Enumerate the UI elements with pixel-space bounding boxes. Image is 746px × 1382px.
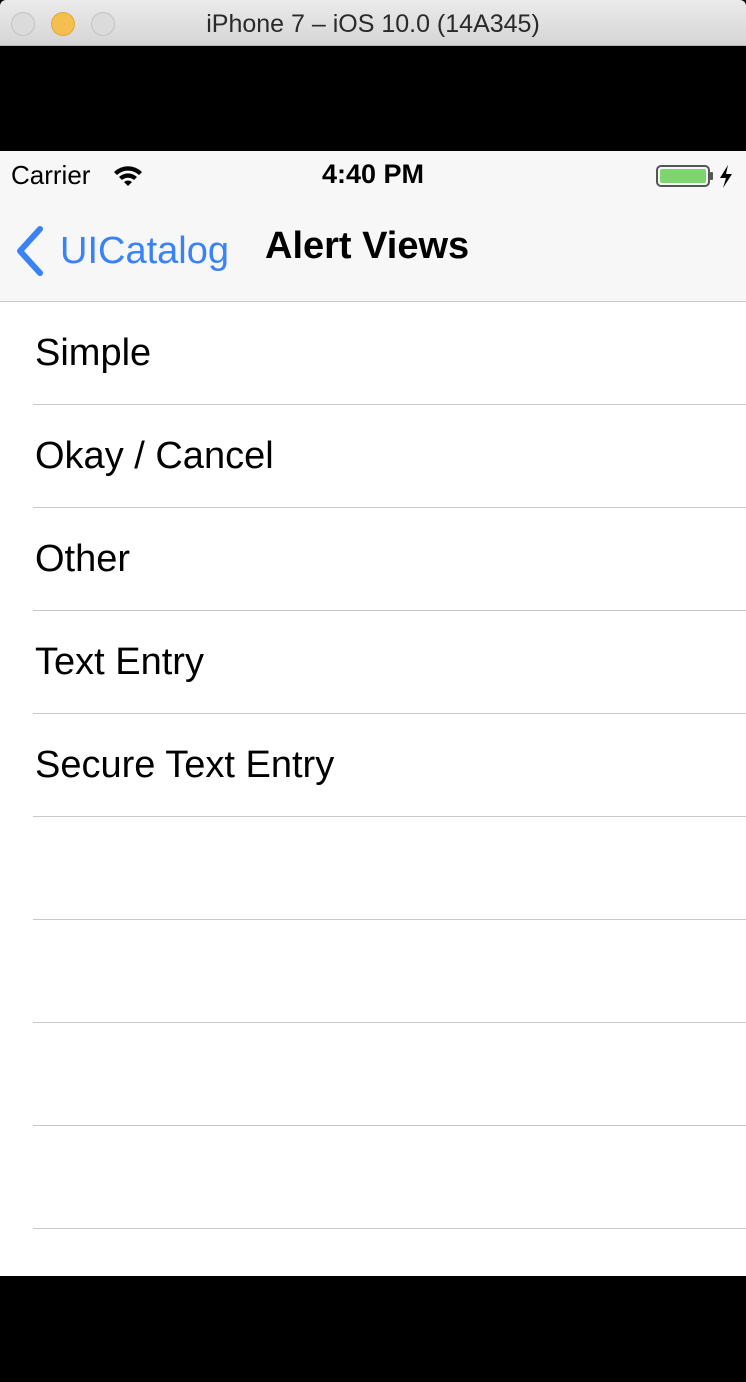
alert-views-table: Simple Okay / Cancel Other Text Entry Se…: [0, 302, 746, 1229]
table-row-secure-text-entry[interactable]: Secure Text Entry: [0, 714, 746, 817]
chevron-left-icon: [17, 226, 43, 276]
empty-table-row: [0, 1126, 746, 1229]
back-button[interactable]: UICatalog: [14, 223, 229, 279]
row-label: Other: [35, 538, 131, 580]
row-label: Secure Text Entry: [35, 744, 335, 786]
empty-table-row: [0, 920, 746, 1023]
simulator-title-bar: iPhone 7 – iOS 10.0 (14A345): [0, 0, 746, 46]
empty-table-row: [0, 817, 746, 920]
table-row-other[interactable]: Other: [0, 508, 746, 611]
simulator-bezel-top: [0, 46, 746, 151]
row-label: Text Entry: [35, 641, 204, 683]
empty-table-row: [0, 1023, 746, 1126]
battery-charging-icon: [656, 165, 732, 188]
table-row-simple[interactable]: Simple: [0, 302, 746, 405]
row-label: Simple: [35, 332, 152, 374]
simulator-bezel-bottom: [0, 1276, 746, 1382]
device-screen: Carrier 4:40 PM UICatalog Alert Views Si…: [0, 151, 746, 1276]
status-time: 4:40 PM: [321, 159, 425, 189]
navigation-header: Carrier 4:40 PM UICatalog Alert Views: [0, 151, 746, 302]
table-row-text-entry[interactable]: Text Entry: [0, 611, 746, 714]
table-row-okay-cancel[interactable]: Okay / Cancel: [0, 405, 746, 508]
row-label: Okay / Cancel: [35, 435, 274, 477]
page-title: Alert Views: [265, 225, 470, 267]
window-title: iPhone 7 – iOS 10.0 (14A345): [206, 10, 540, 38]
back-label: UICatalog: [60, 229, 229, 272]
